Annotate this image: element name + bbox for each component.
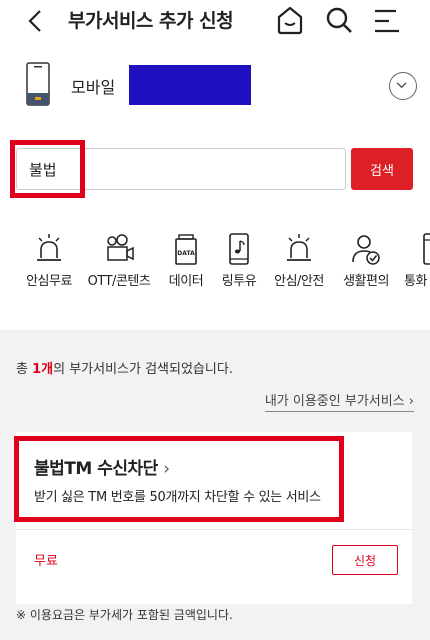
back-arrow-icon[interactable] bbox=[22, 7, 50, 35]
alarm-bell-icon bbox=[37, 234, 61, 261]
category-label: 안심/안전 bbox=[274, 274, 324, 289]
highlight-box-service bbox=[14, 436, 344, 522]
category-bar: 안심무료 OTT/콘텐츠 DATA 데이터 링투유 안심/안전 생활편의 통화 bbox=[0, 232, 430, 302]
category-safety[interactable]: 안심/안전 bbox=[266, 232, 332, 298]
category-label: 안심무료 bbox=[26, 274, 72, 289]
device-label: 모바일 bbox=[71, 78, 116, 97]
highlight-box-search bbox=[10, 140, 85, 198]
result-count-text: 총 1개의 부가서비스가 검색되었습니다. bbox=[16, 362, 233, 377]
svg-text:DATA: DATA bbox=[177, 250, 195, 257]
redacted-phone-number bbox=[129, 65, 251, 105]
category-safe-free[interactable]: 안심무료 bbox=[16, 232, 82, 298]
person-check-icon bbox=[352, 235, 380, 265]
device-selector[interactable]: 모바일 bbox=[0, 56, 430, 116]
film-camera-icon bbox=[107, 234, 134, 261]
phone-music-icon bbox=[229, 233, 249, 265]
phone-icon bbox=[423, 233, 430, 265]
menu-icon[interactable] bbox=[372, 6, 402, 36]
chevron-right-icon: › bbox=[408, 394, 414, 409]
search-row: 검색 bbox=[0, 140, 430, 204]
home-icon[interactable] bbox=[275, 4, 305, 36]
category-label: 통화 bbox=[404, 274, 427, 289]
category-call[interactable]: 통화 bbox=[398, 232, 430, 298]
alarm-bell-icon bbox=[287, 234, 311, 261]
device-dropdown-button[interactable] bbox=[389, 72, 417, 100]
fee-footnote: ※ 이용요금은 부가세가 포함된 금액입니다. bbox=[16, 608, 233, 622]
data-card-icon: DATA bbox=[175, 234, 197, 265]
my-services-link[interactable]: 내가 이용중인 부가서비스 › bbox=[264, 390, 414, 412]
category-label: OTT/콘텐츠 bbox=[87, 274, 151, 289]
mobile-phone-icon bbox=[26, 62, 50, 106]
category-ott[interactable]: OTT/콘텐츠 bbox=[86, 232, 152, 298]
category-label: 생활편의 bbox=[343, 274, 389, 289]
category-life-convenience[interactable]: 생활편의 bbox=[333, 232, 399, 298]
page-title: 부가서비스 추가 신청 bbox=[68, 10, 234, 32]
divider bbox=[16, 529, 412, 530]
category-ring-to-you[interactable]: 링투유 bbox=[206, 232, 272, 298]
service-price: 무료 bbox=[34, 554, 58, 569]
search-button[interactable]: 검색 bbox=[351, 148, 413, 190]
chevron-down-icon bbox=[396, 82, 407, 89]
search-icon[interactable] bbox=[324, 5, 354, 35]
category-label: 링투유 bbox=[221, 274, 257, 289]
header: 부가서비스 추가 신청 bbox=[0, 0, 430, 42]
apply-button[interactable]: 신청 bbox=[332, 545, 398, 575]
